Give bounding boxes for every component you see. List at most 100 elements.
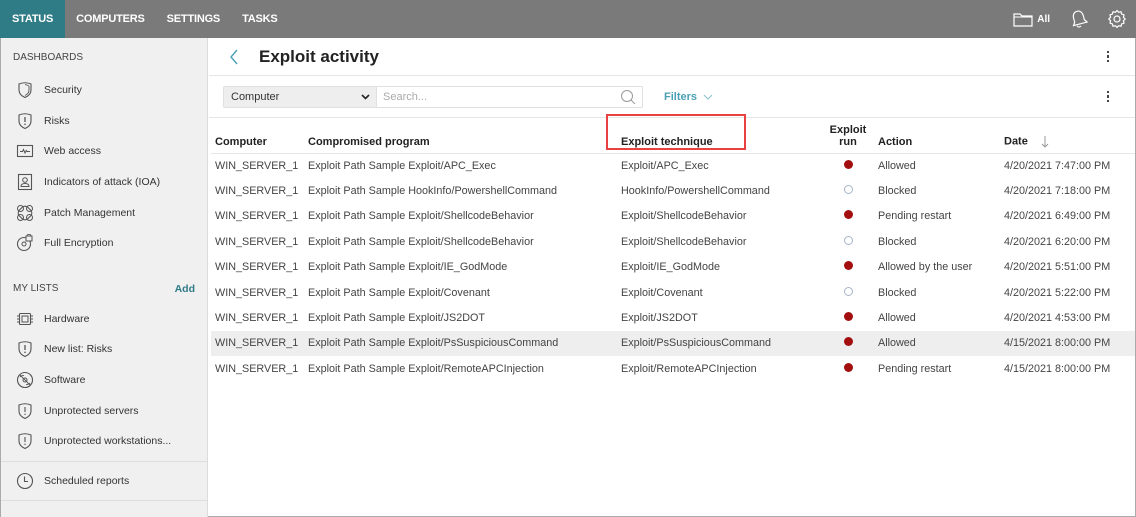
- exploit-run-no-indicator: [843, 185, 853, 195]
- sidebar-divider: [1, 500, 207, 502]
- sidebar-item-label: Unprotected workstations...: [44, 435, 172, 448]
- sidebar-item-security[interactable]: Security: [1, 75, 207, 106]
- table-row[interactable]: WIN_SERVER_1 Exploit Path Sample Exploit/…: [211, 305, 1135, 330]
- cell-date: 4/20/2021 6:20:00 PM: [1004, 235, 1111, 248]
- sidebar-item-risks[interactable]: Risks: [1, 106, 207, 137]
- patch-icon: [15, 203, 35, 223]
- column-header-label: Exploit technique: [621, 135, 713, 148]
- cell-computer: WIN_SERVER_1: [215, 235, 299, 248]
- sidebar-item-new-list-risks[interactable]: New list: Risks: [1, 334, 207, 365]
- sidebar-item-software[interactable]: Software: [1, 365, 207, 396]
- cell-computer: WIN_SERVER_1: [215, 312, 299, 325]
- table-row[interactable]: WIN_SERVER_1 Exploit Path Sample Exploit/…: [211, 356, 1135, 381]
- cell-action: Blocked: [878, 235, 917, 248]
- filters-button[interactable]: Filters: [664, 91, 713, 103]
- cell-exploit-technique: Exploit/RemoteAPCInjection: [621, 362, 757, 375]
- cell-compromised-program: Exploit Path Sample Exploit/RemoteAPCInj…: [308, 362, 544, 375]
- table-row[interactable]: WIN_SERVER_1 Exploit Path Sample HookInfo…: [211, 178, 1135, 203]
- column-header-action[interactable]: Action: [878, 118, 1004, 154]
- cell-exploit-run: [818, 229, 878, 254]
- sidebar-item-label: Security: [44, 84, 82, 97]
- table-row[interactable]: WIN_SERVER_1 Exploit Path Sample Exploit/…: [211, 153, 1135, 178]
- sidebar-item-label: Risks: [44, 114, 70, 127]
- sidebar-item-patch-management[interactable]: Patch Management: [1, 197, 207, 228]
- sidebar-item-hardware[interactable]: Hardware: [1, 304, 207, 335]
- table-more-options-button[interactable]: [1103, 89, 1113, 105]
- cell-action: Allowed by the user: [878, 261, 973, 274]
- cell-action: Pending restart: [878, 210, 952, 223]
- table-row[interactable]: WIN_SERVER_1 Exploit Path Sample Exploit/…: [211, 330, 1135, 357]
- column-header-exploit-technique[interactable]: Exploit technique: [606, 114, 818, 154]
- dashboards-heading: DASHBOARDS: [1, 47, 207, 67]
- cell-computer: WIN_SERVER_1: [215, 210, 299, 223]
- column-header-label: Date: [1004, 134, 1028, 147]
- software-disc-icon: [15, 370, 35, 390]
- add-list-button[interactable]: Add: [175, 283, 195, 295]
- cell-date: 4/20/2021 5:51:00 PM: [1004, 261, 1111, 274]
- sidebar-item-web-access[interactable]: Web access: [1, 136, 207, 167]
- sidebar-item-unprotected-workstations[interactable]: Unprotected workstations...: [1, 426, 207, 457]
- tab-tasks[interactable]: TASKS: [231, 0, 288, 38]
- exploit-run-yes-indicator: [843, 210, 853, 220]
- sidebar-item-label: Web access: [44, 145, 101, 158]
- back-button[interactable]: [229, 49, 247, 65]
- column-header-computer[interactable]: Computer: [211, 118, 308, 154]
- table-row[interactable]: WIN_SERVER_1 Exploit Path Sample Exploit/…: [211, 255, 1135, 280]
- sidebar-item-unprotected-servers[interactable]: Unprotected servers: [1, 395, 207, 426]
- settings-button[interactable]: [1106, 8, 1128, 30]
- cell-exploit-run: [818, 330, 878, 357]
- dashboards-heading-label: DASHBOARDS: [13, 51, 84, 63]
- cell-action: Blocked: [878, 185, 917, 198]
- web-activity-icon: [15, 141, 35, 161]
- cell-compromised-program: Exploit Path Sample Exploit/PsSuspicious…: [308, 330, 621, 357]
- page-header: Exploit activity: [209, 38, 1135, 76]
- cell-date: 4/20/2021 7:18:00 PM: [1004, 185, 1111, 198]
- folder-icon: [1013, 12, 1033, 27]
- sidebar-item-label: Unprotected servers: [44, 404, 139, 417]
- cell-exploit-run: [818, 255, 878, 280]
- topbar-actions: All: [1013, 0, 1136, 38]
- column-header-exploit-run[interactable]: Exploit run: [818, 118, 878, 154]
- filter-toolbar: Computer Filters: [209, 76, 1135, 118]
- tab-status[interactable]: STATUS: [0, 0, 66, 38]
- table-row[interactable]: WIN_SERVER_1 Exploit Path Sample Exploit/…: [211, 204, 1135, 229]
- cell-exploit-run: [818, 280, 878, 305]
- folder-selector[interactable]: All: [1013, 12, 1050, 27]
- cell-date: 4/20/2021 4:53:00 PM: [1004, 312, 1111, 325]
- shield-alert-icon: [15, 401, 35, 421]
- notifications-button[interactable]: [1068, 8, 1090, 30]
- shield-alert-icon: [15, 111, 35, 131]
- sidebar-item-ioa[interactable]: Indicators of attack (IOA): [1, 167, 207, 198]
- encryption-disk-icon: [15, 233, 35, 253]
- main-content: Exploit activity Computer Filters Comput…: [209, 38, 1135, 516]
- tab-computers[interactable]: COMPUTERS: [65, 0, 155, 38]
- table-row[interactable]: WIN_SERVER_1 Exploit Path Sample Exploit/…: [211, 280, 1135, 305]
- cell-compromised-program: Exploit Path Sample Exploit/APC_Exec: [308, 159, 496, 172]
- cell-computer: WIN_SERVER_1: [211, 330, 308, 357]
- search-input[interactable]: [383, 90, 620, 103]
- sort-descending-icon[interactable]: [1041, 135, 1049, 148]
- exploit-run-no-indicator: [843, 235, 853, 245]
- table-row[interactable]: WIN_SERVER_1 Exploit Path Sample Exploit/…: [211, 229, 1135, 254]
- page-more-options-button[interactable]: [1103, 49, 1113, 65]
- gear-icon: [1108, 9, 1126, 29]
- cell-exploit-technique: Exploit/PsSuspiciousCommand: [621, 330, 818, 357]
- column-header-date[interactable]: Date: [1004, 118, 1135, 154]
- cell-exploit-run: [818, 153, 878, 178]
- search-field-select-value: Computer: [231, 90, 280, 103]
- column-header-compromised-program[interactable]: Compromised program: [308, 118, 621, 154]
- chevron-down-icon: [703, 94, 713, 100]
- search-icon[interactable]: [620, 89, 636, 105]
- sidebar-item-scheduled-reports[interactable]: Scheduled reports: [1, 466, 207, 497]
- sidebar-item-label: Software: [44, 374, 86, 387]
- cell-date: 4/20/2021 6:49:00 PM: [1004, 210, 1111, 223]
- sidebar-item-full-encryption[interactable]: Full Encryption: [1, 228, 207, 259]
- cell-date: 4/20/2021 7:47:00 PM: [1004, 159, 1111, 172]
- chip-icon: [15, 309, 35, 329]
- cell-exploit-run: [818, 204, 878, 229]
- my-lists-heading-label: MY LISTS: [13, 283, 59, 295]
- sidebar-item-label: Full Encryption: [44, 237, 114, 250]
- search-field-select[interactable]: Computer: [223, 85, 376, 108]
- tab-settings[interactable]: SETTINGS: [156, 0, 231, 38]
- cell-action: Allowed: [878, 330, 1004, 357]
